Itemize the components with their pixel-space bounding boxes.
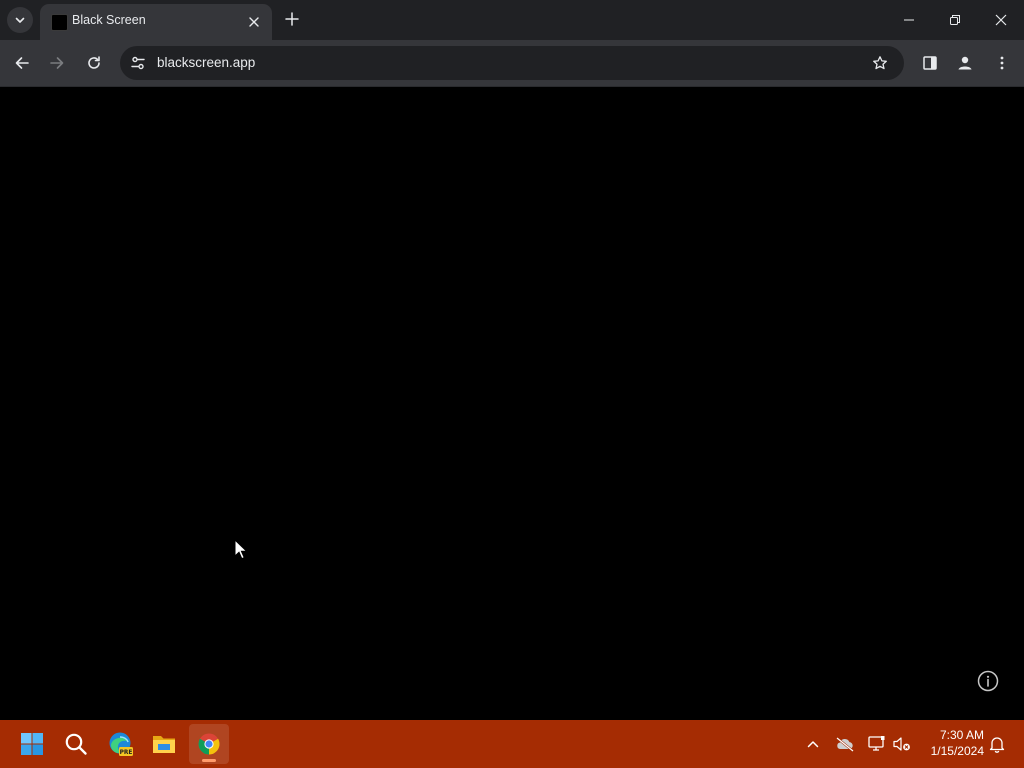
forward-button[interactable] [43, 49, 71, 77]
close-window-button[interactable] [978, 0, 1024, 40]
restore-icon [950, 15, 960, 25]
network-icon [868, 736, 885, 751]
clock[interactable]: 7:30 AM 1/15/2024 [918, 727, 984, 759]
side-panel-icon [923, 56, 937, 70]
reload-button[interactable] [80, 49, 108, 77]
browser-menu-button[interactable] [988, 49, 1016, 77]
notifications-button[interactable] [985, 732, 1009, 756]
info-button[interactable] [976, 669, 1000, 693]
arrow-right-icon [50, 57, 64, 69]
volume-tray-button[interactable] [890, 732, 914, 756]
clock-date: 1/15/2024 [930, 744, 984, 758]
volume-muted-icon [893, 737, 910, 751]
taskbar: PRE 7:30 AM 1/15/2024 [0, 720, 1024, 768]
onedrive-tray-button[interactable] [833, 732, 857, 756]
side-panel-button[interactable] [916, 49, 944, 77]
chrome-icon [198, 733, 220, 755]
network-tray-button[interactable] [865, 732, 889, 756]
profile-icon [958, 56, 972, 70]
edge-beta-badge: PRE [120, 750, 133, 756]
cloud-off-icon [836, 737, 854, 752]
tune-icon [131, 56, 145, 70]
reload-icon [88, 56, 100, 69]
close-tab-button[interactable] [245, 13, 263, 31]
windows-logo-icon [21, 733, 43, 755]
search-icon [65, 733, 87, 755]
chevron-up-icon [807, 741, 819, 748]
chevron-down-icon [15, 17, 25, 23]
black-screen-page[interactable] [0, 87, 1024, 720]
tab-strip: Black Screen [0, 0, 1024, 40]
tab-active[interactable]: Black Screen [40, 4, 272, 40]
browser-toolbar: blackscreen.app [0, 40, 1024, 87]
search-button[interactable] [56, 724, 96, 764]
profile-button[interactable] [951, 49, 979, 77]
restore-button[interactable] [932, 0, 978, 40]
new-tab-button[interactable] [281, 8, 303, 30]
site-info-button[interactable] [126, 51, 150, 75]
file-explorer-app[interactable] [144, 724, 184, 764]
chrome-app[interactable] [189, 724, 229, 764]
url-text[interactable]: blackscreen.app [157, 55, 255, 70]
active-app-indicator [202, 759, 216, 762]
back-button[interactable] [8, 49, 36, 77]
close-icon [249, 17, 259, 27]
star-icon [873, 56, 887, 70]
clock-time: 7:30 AM [939, 728, 984, 742]
bell-icon [989, 737, 1005, 753]
folder-icon [153, 736, 175, 753]
tab-title: Black Screen [72, 13, 146, 27]
browser-window: Black Screen blackscreen.app [0, 0, 1024, 720]
kebab-menu-icon [1000, 56, 1004, 70]
show-hidden-icons-button[interactable] [801, 732, 825, 756]
close-icon [995, 14, 1007, 26]
bookmark-button[interactable] [868, 51, 892, 75]
edge-beta-icon: PRE [109, 732, 133, 756]
mouse-cursor-icon [234, 539, 248, 560]
info-icon [977, 670, 999, 692]
start-button[interactable] [12, 724, 52, 764]
edge-beta-app[interactable]: PRE [101, 724, 141, 764]
favicon [51, 14, 68, 31]
tab-search-button[interactable] [7, 7, 33, 33]
address-bar[interactable]: blackscreen.app [120, 46, 904, 80]
minimize-button[interactable] [886, 0, 932, 40]
arrow-left-icon [15, 57, 29, 69]
plus-icon [285, 12, 299, 26]
minimize-icon [904, 19, 914, 21]
